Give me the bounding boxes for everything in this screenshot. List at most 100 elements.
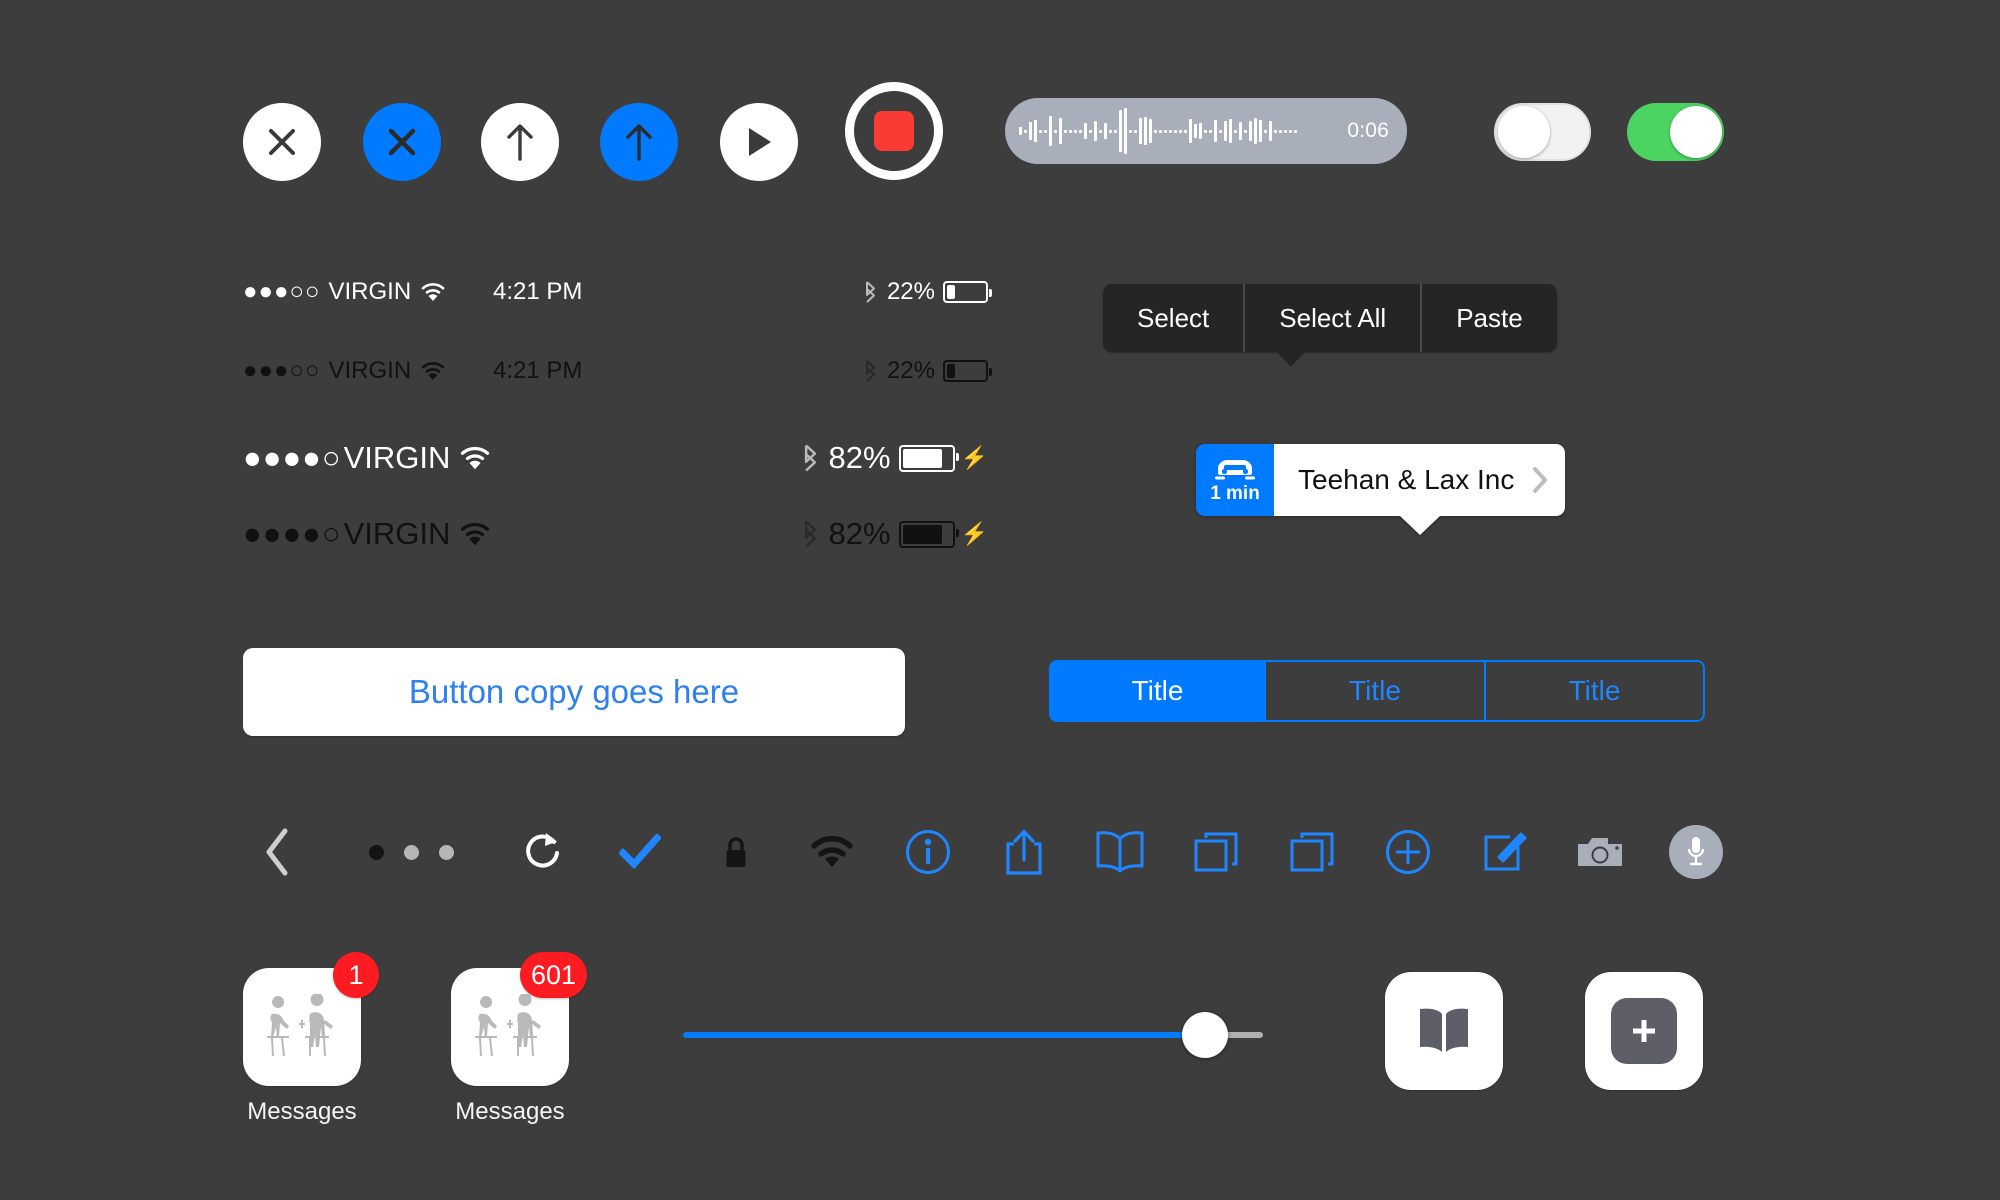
waveform-bar <box>1049 116 1052 146</box>
map-callout[interactable]: 1 min Teehan & Lax Inc <box>1196 444 1566 535</box>
waveform-bar <box>1069 129 1072 133</box>
back-button[interactable] <box>230 812 326 892</box>
play-button[interactable] <box>720 103 798 181</box>
new-tab-button[interactable] <box>1264 812 1360 892</box>
app-tile[interactable]: 1 <box>243 952 379 1086</box>
play-icon <box>749 128 771 156</box>
slider[interactable] <box>683 1005 1263 1065</box>
callout-eta-label: 1 min <box>1210 482 1260 504</box>
add-button[interactable] <box>1360 812 1456 892</box>
callout-body[interactable]: Teehan & Lax Inc <box>1274 444 1566 535</box>
app-tile[interactable]: 601 <box>451 952 587 1086</box>
waveform-bar <box>1194 124 1197 138</box>
waveform-bar <box>1029 122 1032 140</box>
waveform-bar <box>1279 129 1282 133</box>
edit-menu-item-select[interactable]: Select <box>1103 284 1243 352</box>
waveform-bar <box>1224 121 1227 141</box>
battery-fill <box>947 285 956 299</box>
back-chevron-icon <box>266 828 288 876</box>
edit-menu-caret <box>1276 351 1307 367</box>
waveform-bar <box>1209 129 1212 133</box>
status-bar-clock: 4:21 PM <box>493 278 583 305</box>
page-dot-active[interactable] <box>368 844 384 860</box>
ibooks-tile[interactable] <box>1385 972 1503 1090</box>
confirm-button[interactable] <box>592 812 688 892</box>
close-button-white[interactable] <box>243 103 321 181</box>
primary-button[interactable]: Button copy goes here <box>243 648 905 736</box>
refresh-button[interactable] <box>496 812 592 892</box>
waveform <box>1019 107 1337 155</box>
waveform-bar <box>1259 120 1262 142</box>
app-icon-messages-2[interactable]: 601 Messages <box>451 952 587 1126</box>
waveform-bar <box>1064 129 1067 133</box>
page-dots[interactable] <box>326 812 496 892</box>
page-dot[interactable] <box>403 844 419 860</box>
waveform-bar <box>1124 108 1127 154</box>
battery-fill <box>902 524 942 544</box>
ui-kit-canvas: 0:06 ●●●○○ VIRGIN 4:21 PM 22% ●●●○○ VIRG… <box>0 0 2000 1200</box>
voice-input-button[interactable] <box>1648 812 1744 892</box>
waveform-bar <box>1024 129 1027 133</box>
upload-button-white[interactable] <box>481 103 559 181</box>
camera-button[interactable] <box>1552 812 1648 892</box>
toggle-off[interactable] <box>1494 103 1591 161</box>
info-button[interactable] <box>880 812 976 892</box>
tabs-button[interactable] <box>1168 812 1264 892</box>
waveform-bar <box>1054 129 1057 133</box>
waveform-bar <box>1034 120 1037 142</box>
waveform-bar <box>1109 129 1112 133</box>
status-bar-left: ●●●○○ VIRGIN <box>243 278 445 306</box>
info-circle-icon <box>906 830 950 874</box>
toggle-on[interactable] <box>1627 103 1724 161</box>
status-bar-left: ●●●○○ VIRGIN <box>243 357 445 385</box>
add-tile[interactable] <box>1585 972 1703 1090</box>
callout-title: Teehan & Lax Inc <box>1298 464 1515 495</box>
compose-button[interactable] <box>1456 812 1552 892</box>
close-button-blue[interactable] <box>363 103 441 181</box>
waveform-bar <box>1269 121 1272 141</box>
carrier-label: VIRGIN <box>328 278 412 305</box>
wifi-icon <box>421 282 445 302</box>
callout-tail <box>1398 515 1441 535</box>
waveform-bar <box>1039 129 1042 133</box>
callout-eta-block: 1 min <box>1196 444 1274 516</box>
waveform-bar <box>1149 119 1152 143</box>
charging-bolt-icon: ⚡ <box>960 445 988 470</box>
page-dot[interactable] <box>438 844 454 860</box>
waveform-bar <box>1189 119 1192 143</box>
signal-dots: ●●●●○ <box>243 516 342 551</box>
tabs-icon <box>1290 832 1334 872</box>
edit-menu-item-paste[interactable]: Paste <box>1420 284 1557 352</box>
waveform-bar <box>1074 129 1077 133</box>
stop-square-icon <box>874 111 914 151</box>
bluetooth-icon <box>801 443 820 473</box>
record-button[interactable] <box>845 82 943 180</box>
segment-1[interactable]: Title <box>1265 660 1485 722</box>
battery-icon <box>898 444 959 472</box>
bookmarks-button[interactable] <box>1072 812 1168 892</box>
waveform-bar <box>1274 129 1277 133</box>
messages-icon <box>475 994 541 1056</box>
upload-button-blue[interactable] <box>600 103 678 181</box>
segment-0[interactable]: Title <box>1049 660 1265 722</box>
voice-memo-player[interactable]: 0:06 <box>1005 98 1407 164</box>
slider-track-filled[interactable] <box>683 1032 1205 1038</box>
edit-menu-item-select-all[interactable]: Select All <box>1243 284 1420 352</box>
waveform-bar <box>1134 129 1137 133</box>
segment-2[interactable]: Title <box>1485 660 1705 722</box>
app-icon-messages-1[interactable]: 1 Messages <box>243 952 379 1126</box>
status-bar-dark-large: ●●●●○ VIRGIN 82% ⚡ <box>243 516 988 552</box>
wifi-indicator <box>784 812 880 892</box>
waveform-bar <box>1289 129 1292 133</box>
battery-percent: 82% <box>828 516 891 551</box>
slider-thumb[interactable] <box>1182 1012 1228 1058</box>
share-button[interactable] <box>976 812 1072 892</box>
icon-strip <box>230 812 1744 892</box>
waveform-bar <box>1059 118 1062 144</box>
chevron-right-icon[interactable] <box>1532 466 1549 494</box>
waveform-bar <box>1154 129 1157 133</box>
waveform-bar <box>1159 129 1162 133</box>
waveform-bar <box>1169 129 1172 133</box>
app-label: Messages <box>247 1098 357 1125</box>
status-bar-light-large: ●●●●○ VIRGIN 82% ⚡ <box>243 440 988 476</box>
